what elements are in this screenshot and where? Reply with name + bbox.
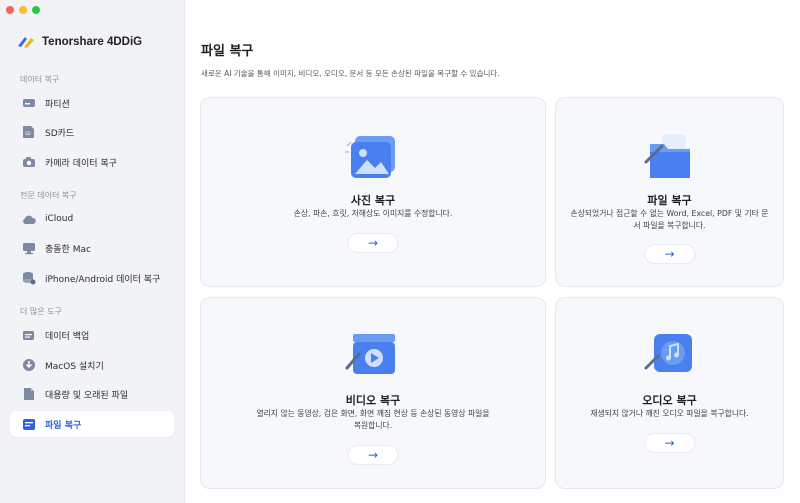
photo-repair-start-button[interactable]: →: [347, 233, 399, 253]
section-label-pro-recovery: 전문 데이터 복구: [20, 191, 77, 200]
zoom-window-button[interactable]: [32, 6, 40, 14]
sidebar-item-sd-card[interactable]: SD SD카드: [10, 119, 174, 145]
folder-icon: [644, 134, 690, 178]
main-content: 파일 복구 새로운 AI 기술을 통해 이미지, 비디오, 오디오, 문서 등 …: [186, 0, 800, 503]
card-title: 비디오 복구: [345, 394, 401, 407]
mac-icon: [21, 241, 36, 256]
video-icon: [345, 334, 395, 374]
sidebar-item-camera[interactable]: 카메라 데이터 복구: [10, 149, 174, 175]
sidebar-item-label: iCloud: [45, 214, 74, 224]
card-description: 손상, 파손, 흐릿, 저해상도 이미지를 수정합니다.: [293, 209, 453, 218]
sidebar-item-backup[interactable]: 데이터 백업: [10, 322, 174, 348]
camera-icon: [21, 155, 36, 170]
window-controls: [6, 6, 40, 14]
photo-repair-card[interactable]: 사진 복구 손상, 파손, 흐릿, 저해상도 이미지를 수정합니다. →: [200, 97, 546, 287]
card-title: 파일 복구: [647, 194, 692, 207]
card-description: 손상되었거나 접근할 수 없는 Word, Excel, PDF 및 기타 문서…: [570, 209, 769, 230]
video-repair-card[interactable]: 비디오 복구 열리지 않는 동영상, 검은 화면, 화면 깨짐 현상 등 손상된…: [200, 297, 546, 489]
sidebar-item-label: 대용량 및 오래된 파일: [45, 390, 129, 401]
close-window-button[interactable]: [6, 6, 14, 14]
sidebar-item-label: 파일 복구: [45, 420, 82, 431]
sidebar-item-file-repair[interactable]: 파일 복구: [10, 411, 174, 437]
sd-card-icon: SD: [21, 125, 36, 140]
drive-icon: [21, 96, 36, 111]
installer-icon: [21, 358, 36, 373]
sidebar-item-icloud[interactable]: iCloud: [10, 206, 174, 232]
brand: Tenorshare 4DDiG: [16, 34, 142, 50]
section-label-more-tools: 더 많은 도구: [20, 307, 62, 316]
card-description: 열리지 않는 동영상, 검은 화면, 화면 깨짐 현상 등 손상된 동영상 파일…: [256, 409, 490, 430]
sidebar-item-crashed-mac[interactable]: 충돌한 Mac: [10, 235, 174, 261]
sidebar-item-phone-recovery[interactable]: iPhone/Android 데이터 복구: [10, 265, 174, 291]
brand-name: Tenorshare 4DDiG: [42, 36, 143, 48]
section-label-data-recovery: 데이터 복구: [20, 75, 60, 84]
brand-logo-icon: [18, 37, 34, 48]
file-repair-start-button[interactable]: →: [644, 244, 695, 264]
page-title: 파일 복구: [201, 44, 254, 59]
sidebar-item-label: SD카드: [45, 128, 75, 139]
sidebar-item-partition[interactable]: 파티션: [10, 90, 174, 116]
sidebar-item-label: 충돌한 Mac: [45, 244, 91, 255]
minimize-window-button[interactable]: [19, 6, 27, 14]
card-description: 재생되지 않거나 깨진 오디오 파일을 복구합니다.: [590, 409, 749, 418]
sidebar-item-label: 파티션: [45, 99, 70, 110]
sidebar-item-macos-installer[interactable]: MacOS 설치기: [10, 352, 174, 378]
page-description: 새로운 AI 기술을 통해 이미지, 비디오, 오디오, 문서 등 모든 손상된…: [201, 69, 500, 78]
audio-icon: [644, 334, 692, 372]
card-title: 사진 복구: [350, 194, 396, 207]
sidebar-item-label: MacOS 설치기: [45, 361, 104, 372]
cloud-icon: [21, 212, 36, 227]
file-repair-card[interactable]: 파일 복구 손상되었거나 접근할 수 없는 Word, Excel, PDF 및…: [555, 97, 784, 287]
svg-text:SD: SD: [25, 131, 31, 136]
audio-repair-card[interactable]: 오디오 복구 재생되지 않거나 깨진 오디오 파일을 복구합니다. →: [555, 297, 784, 489]
backup-icon: [21, 328, 36, 343]
file-icon: [21, 387, 36, 402]
video-repair-start-button[interactable]: →: [347, 445, 399, 465]
sidebar-item-label: 카메라 데이터 복구: [45, 158, 117, 169]
file-repair-icon: [21, 417, 36, 432]
sidebar-item-label: iPhone/Android 데이터 복구: [45, 274, 161, 285]
card-title: 오디오 복구: [642, 394, 697, 407]
sidebar-item-label: 데이터 백업: [45, 331, 90, 342]
photo-icon: [345, 136, 395, 178]
sidebar-item-large-files[interactable]: 대용량 및 오래된 파일: [10, 381, 174, 407]
audio-repair-start-button[interactable]: →: [644, 433, 695, 453]
sidebar: Tenorshare 4DDiG 데이터 복구 파티션 SD SD카드 카메라 …: [0, 0, 185, 503]
phone-icon: [21, 271, 36, 286]
